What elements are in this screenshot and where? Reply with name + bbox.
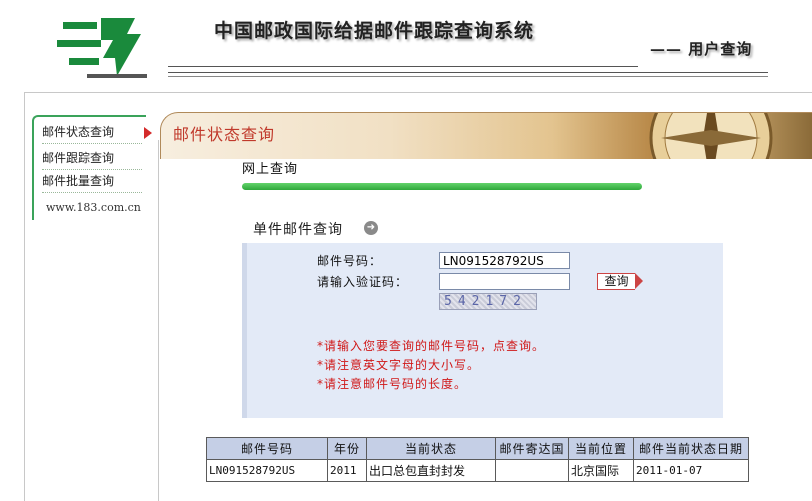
hint-text: *请注意邮件号码的长度。 xyxy=(317,377,468,391)
sidebar-nav: 邮件状态查询 邮件跟踪查询 邮件批量查询 www.183.com.cn xyxy=(32,115,152,220)
site-header: 中国邮政国际给据邮件跟踪查询系统 —— 用户查询 xyxy=(0,0,812,92)
green-divider-bar xyxy=(242,183,642,190)
query-title: 单件邮件查询 xyxy=(253,222,343,238)
table-cell: LN091528792US xyxy=(206,459,328,482)
sidebar-item-label: 邮件跟踪查询 xyxy=(42,151,115,165)
column-header: 邮件号码 xyxy=(206,437,328,460)
mail-number-input[interactable] xyxy=(439,252,570,269)
query-form-panel: 邮件号码： 请输入验证码： 查询 542172 *请输入您要查询的邮件号码，点查… xyxy=(242,243,723,418)
sidebar-item-mail-tracking[interactable]: 邮件跟踪查询 xyxy=(42,147,142,170)
column-header: 当前位置 xyxy=(568,437,634,460)
compass-icon xyxy=(649,113,773,159)
column-header: 邮件当前状态日期 xyxy=(633,437,749,460)
table-row: LN091528792US 2011 出口总包直封封发 北京国际 2011-01… xyxy=(206,459,749,482)
page-banner: 邮件状态查询 xyxy=(160,112,812,159)
header-divider xyxy=(168,66,638,67)
site-title: 中国邮政国际给据邮件跟踪查询系统 xyxy=(214,20,535,42)
content-divider xyxy=(158,140,159,501)
hint-text: *请注意英文字母的大小写。 xyxy=(317,358,481,372)
section-title: 网上查询 xyxy=(242,162,299,177)
captcha-input[interactable] xyxy=(439,273,570,290)
table-header-row: 邮件号码 年份 当前状态 邮件寄达国 当前位置 邮件当前状态日期 xyxy=(206,437,749,460)
sidebar-item-label: 邮件状态查询 xyxy=(42,125,115,139)
table-cell: 2011 xyxy=(327,459,367,482)
frame-border xyxy=(24,92,812,93)
table-cell: 出口总包直封封发 xyxy=(366,459,496,482)
site-subtitle: —— 用户查询 xyxy=(650,40,753,58)
circle-arrow-icon: ➜ xyxy=(364,221,378,235)
nav-arrow-icon xyxy=(144,127,152,139)
china-post-logo-icon xyxy=(57,18,147,78)
banner-title: 邮件状态查询 xyxy=(173,125,276,144)
header-divider xyxy=(168,72,768,73)
query-button[interactable]: 查询 xyxy=(597,273,643,290)
captcha-label: 请输入验证码： xyxy=(317,275,409,289)
frame-border xyxy=(24,92,25,501)
sidebar-item-mail-status[interactable]: 邮件状态查询 xyxy=(42,121,152,144)
table-cell xyxy=(495,459,569,482)
table-cell: 2011-01-07 xyxy=(633,459,749,482)
header-divider xyxy=(168,76,768,77)
captcha-image: 542172 xyxy=(439,293,537,310)
hint-text: *请输入您要查询的邮件号码，点查询。 xyxy=(317,339,546,353)
column-header: 年份 xyxy=(327,437,367,460)
result-table: 邮件号码 年份 当前状态 邮件寄达国 当前位置 邮件当前状态日期 LN09152… xyxy=(206,437,749,482)
column-header: 当前状态 xyxy=(366,437,496,460)
table-cell: 北京国际 xyxy=(568,459,634,482)
mail-number-label: 邮件号码： xyxy=(317,254,383,268)
sidebar-item-label: 邮件批量查询 xyxy=(42,174,115,188)
sidebar-item-batch-query[interactable]: 邮件批量查询 xyxy=(42,170,142,193)
column-header: 邮件寄达国 xyxy=(495,437,569,460)
site-url-link[interactable]: www.183.com.cn xyxy=(46,201,141,214)
